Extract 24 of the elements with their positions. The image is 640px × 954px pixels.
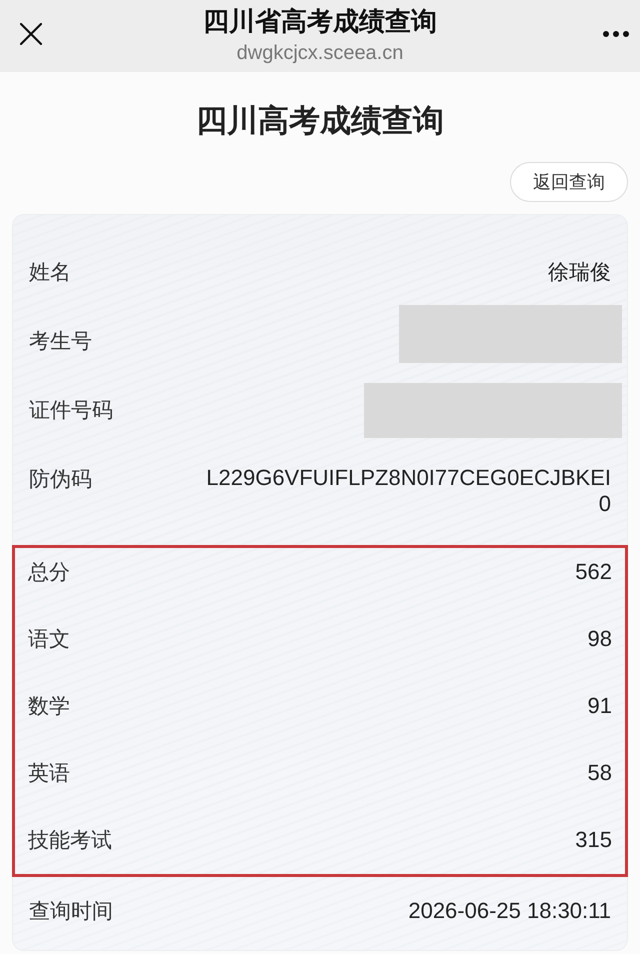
window-title: 四川省高考成绩查询 bbox=[203, 6, 437, 38]
field-label: 证件号码 bbox=[29, 397, 113, 424]
field-label: 防伪码 bbox=[29, 466, 92, 493]
subject-label: 数学 bbox=[28, 693, 70, 720]
score-value: 58 bbox=[588, 759, 612, 787]
field-value: 2026-06-25 18:30:11 bbox=[408, 897, 611, 925]
field-label: 姓名 bbox=[29, 259, 71, 286]
score-value: 562 bbox=[575, 558, 612, 586]
subject-label: 技能考试 bbox=[28, 827, 112, 854]
subject-label: 语文 bbox=[28, 626, 70, 653]
field-value: 徐瑞俊 bbox=[548, 259, 611, 286]
more-icon[interactable] bbox=[603, 31, 629, 37]
field-label: 考生号 bbox=[29, 328, 92, 355]
close-icon[interactable] bbox=[20, 23, 42, 45]
field-value: L229G6VFUIFLPZ8N0I77CEG0ECJBKEI0 bbox=[205, 465, 611, 517]
score-value: 98 bbox=[588, 625, 612, 653]
score-value: 91 bbox=[588, 692, 612, 720]
back-button[interactable]: 返回查询 bbox=[510, 162, 628, 202]
page-title: 四川高考成绩查询 bbox=[195, 102, 445, 141]
field-label: 查询时间 bbox=[29, 898, 113, 925]
score-value: 315 bbox=[575, 826, 612, 854]
url-text: dwgkcjcx.sceea.cn bbox=[236, 41, 404, 66]
subject-label: 英语 bbox=[28, 760, 70, 787]
subject-label: 总分 bbox=[28, 559, 70, 586]
